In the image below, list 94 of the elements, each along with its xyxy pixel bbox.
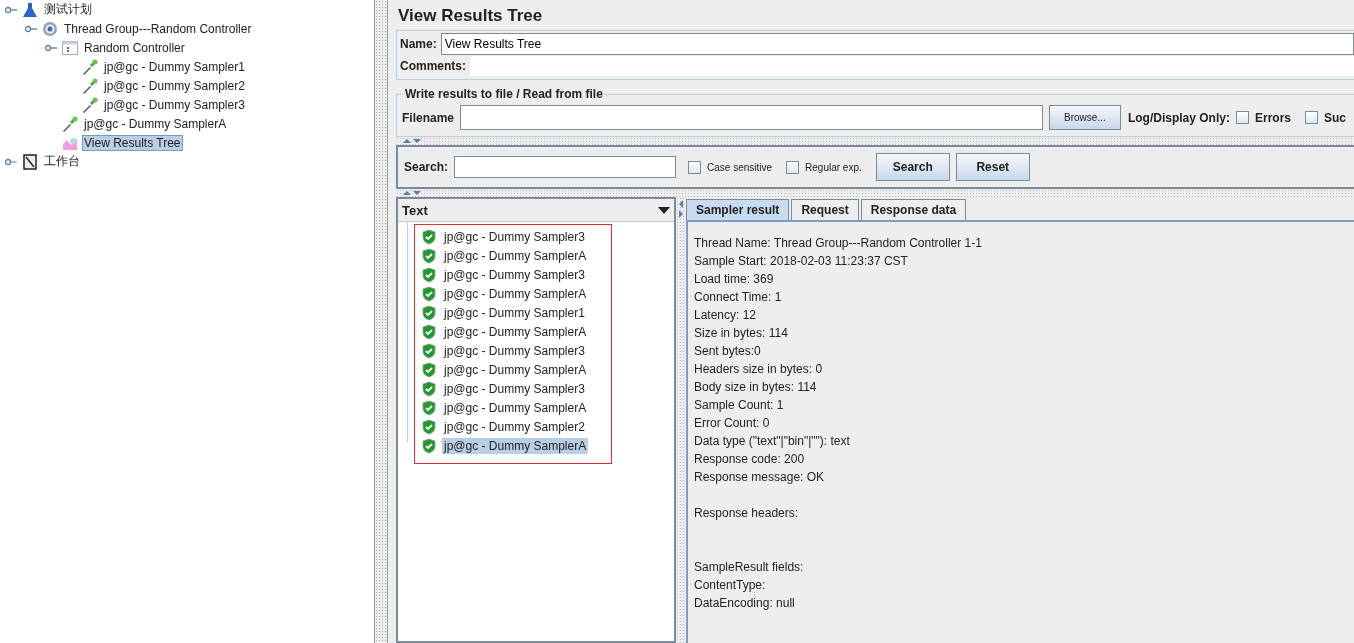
result-item[interactable]: jp@gc - Dummy Sampler3 xyxy=(442,342,587,359)
checkbox-label: Regular exp. xyxy=(805,161,862,173)
result-item[interactable]: jp@gc - Dummy SamplerA xyxy=(442,361,589,378)
detail-line: Error Count: 0 xyxy=(694,415,771,432)
detail-line: Response code: 200 xyxy=(694,451,806,468)
checkbox-label: Errors xyxy=(1254,110,1291,125)
checkbox-label: Case sensitive xyxy=(707,161,773,173)
filename-field[interactable] xyxy=(460,105,1043,130)
detail-line: SampleResult fields: xyxy=(694,559,805,576)
pipette-icon xyxy=(82,96,98,113)
result-item[interactable]: jp@gc - Dummy SamplerA xyxy=(442,323,589,340)
tree-item[interactable]: jp@gc - Dummy Sampler1 xyxy=(102,58,247,75)
tree-item[interactable]: jp@gc - Dummy Sampler2 xyxy=(102,77,247,94)
group-legend: Write results to file / Read from file xyxy=(403,87,605,101)
notebook-icon xyxy=(22,153,38,170)
detail-line: Thread Name: Thread Group---Random Controller 1-1 xyxy=(694,235,983,252)
checkbox[interactable] xyxy=(1305,111,1318,124)
window-icon xyxy=(62,39,78,56)
flask-icon xyxy=(22,1,38,18)
column-header[interactable]: Text xyxy=(398,199,674,222)
tree-item[interactable]: View Results Tree xyxy=(82,134,183,151)
comments-field[interactable] xyxy=(470,56,1354,76)
shield-check-icon xyxy=(421,323,437,340)
detail-line: ContentType: xyxy=(694,577,767,594)
tree-item[interactable]: 工作台 xyxy=(42,152,82,171)
detail-line: DataEncoding: null xyxy=(694,595,796,612)
shield-check-icon xyxy=(421,266,437,283)
pipette-icon xyxy=(62,115,78,132)
comments-label: Comments: xyxy=(400,59,466,73)
caret-icon[interactable] xyxy=(658,206,670,214)
detail-line: Body size in bytes: 114 xyxy=(694,379,818,396)
shield-check-icon xyxy=(421,437,437,454)
result-item[interactable]: jp@gc - Dummy Sampler3 xyxy=(442,266,587,283)
collapse-arrows-icon[interactable] xyxy=(678,199,684,219)
tree-item[interactable]: 测试计划 xyxy=(42,0,94,19)
tree-item[interactable]: jp@gc - Dummy SamplerA xyxy=(82,115,229,132)
tree-item[interactable]: Random Controller xyxy=(82,39,187,56)
detail-line: Response headers: xyxy=(694,505,800,522)
result-item[interactable]: jp@gc - Dummy Sampler3 xyxy=(442,380,587,397)
shield-check-icon xyxy=(421,418,437,435)
shield-check-icon xyxy=(421,342,437,359)
collapse-arrows-icon[interactable] xyxy=(402,138,422,144)
search-field[interactable] xyxy=(454,156,677,178)
detail-line: Headers size in bytes: 0 xyxy=(694,361,824,378)
tab[interactable]: Request xyxy=(791,199,859,220)
result-item[interactable]: jp@gc - Dummy SamplerA xyxy=(442,399,589,416)
log-display-label: Log/Display Only: xyxy=(1127,110,1230,125)
checkbox[interactable] xyxy=(688,160,702,174)
search-panel-button[interactable]: Reset xyxy=(955,153,1030,181)
tab[interactable]: Sampler result xyxy=(686,199,790,220)
expand-handle-icon[interactable] xyxy=(44,42,58,53)
pipette-icon xyxy=(82,58,98,75)
panel-title: View Results Tree xyxy=(397,5,544,27)
shield-check-icon xyxy=(421,285,437,302)
result-item[interactable]: jp@gc - Dummy Sampler3 xyxy=(442,228,587,245)
detail-line: Size in bytes: 114 xyxy=(694,325,789,342)
checkbox[interactable] xyxy=(1235,111,1249,124)
result-item[interactable]: jp@gc - Dummy SamplerA xyxy=(442,285,589,302)
pipette-icon xyxy=(82,77,98,94)
splitter-bar[interactable] xyxy=(375,0,388,643)
name-field[interactable]: View Results Tree xyxy=(440,33,1354,55)
expand-handle-icon[interactable] xyxy=(4,156,18,167)
tree-item[interactable]: Thread Group---Random Controller xyxy=(62,20,254,37)
browse-button[interactable]: Browse... xyxy=(1048,105,1121,130)
expand-handle-icon[interactable] xyxy=(24,23,38,34)
result-item[interactable]: jp@gc - Dummy SamplerA xyxy=(442,247,589,264)
shield-check-icon xyxy=(421,304,437,321)
detail-line: Latency: 12 xyxy=(694,307,758,324)
tree-item[interactable]: jp@gc - Dummy Sampler3 xyxy=(102,96,247,113)
search-panel-button[interactable]: Search xyxy=(875,153,950,181)
collapse-arrows-icon[interactable] xyxy=(402,190,422,196)
shield-check-icon xyxy=(421,228,437,245)
result-item[interactable]: jp@gc - Dummy SamplerA xyxy=(442,437,589,454)
expand-handle-icon[interactable] xyxy=(4,4,18,15)
detail-line: Response message: OK xyxy=(694,469,826,486)
result-item[interactable]: jp@gc - Dummy Sampler2 xyxy=(442,418,587,435)
checkbox-label: Suc xyxy=(1324,110,1346,125)
detail-line: Sample Start: 2018-02-03 11:23:37 CST xyxy=(694,253,909,270)
filename-label: Filename xyxy=(402,110,455,125)
shield-check-icon xyxy=(421,247,437,264)
detail-line: Sample Count: 1 xyxy=(694,397,785,414)
result-item[interactable]: jp@gc - Dummy Sampler1 xyxy=(442,304,587,321)
detail-line: Connect Time: 1 xyxy=(694,289,783,306)
shield-check-icon xyxy=(421,380,437,397)
checkbox[interactable] xyxy=(786,160,800,174)
shield-check-icon xyxy=(421,361,437,378)
gear-icon xyxy=(42,20,58,37)
detail-line: Load time: 369 xyxy=(694,271,775,288)
detail-line: Sent bytes:0 xyxy=(694,343,762,360)
detail-line: Data type ("text"|"bin"|""): text xyxy=(694,433,851,450)
search-label: Search: xyxy=(404,160,449,174)
shield-check-icon xyxy=(421,399,437,416)
tab[interactable]: Response data xyxy=(860,199,967,220)
name-label: Name: xyxy=(400,37,437,51)
